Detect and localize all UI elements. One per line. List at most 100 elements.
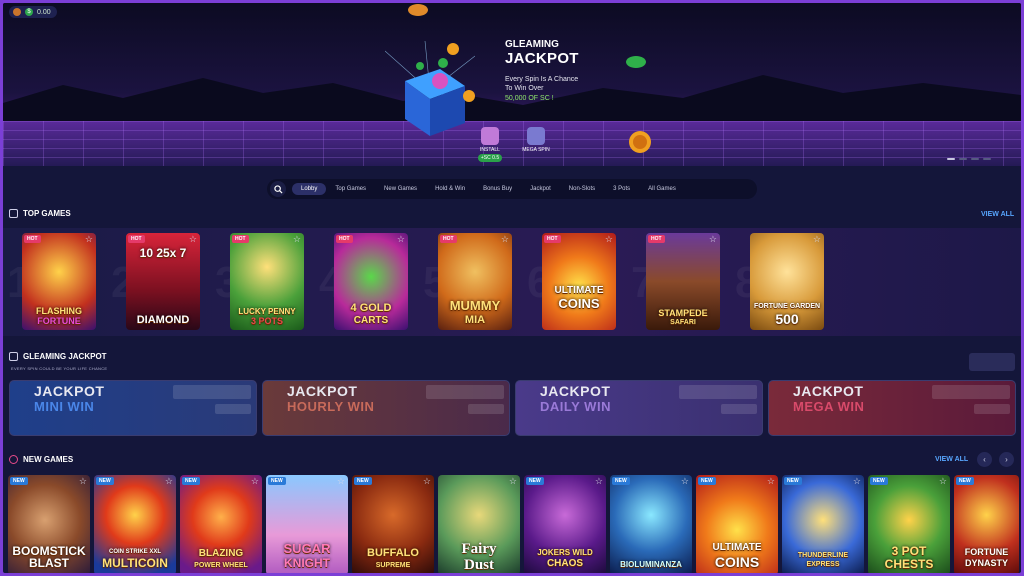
game-title: BUFFALO bbox=[367, 547, 419, 559]
game-tile-buffalo-supreme[interactable]: NEW ☆ BUFFALO SUPREME bbox=[352, 475, 434, 573]
favorite-star-icon[interactable]: ☆ bbox=[79, 476, 87, 487]
jackpot-card-name: HOURLY WIN bbox=[287, 399, 375, 414]
favorite-star-icon[interactable]: ☆ bbox=[397, 234, 405, 245]
game-title: FORTUNE bbox=[964, 547, 1009, 557]
game-title: THUNDERLINE bbox=[797, 552, 849, 559]
jackpot-header: GLEAMING JACKPOT bbox=[9, 352, 107, 361]
tab-all-games[interactable]: All Games bbox=[639, 183, 685, 195]
new-games-view-all[interactable]: VIEW ALL bbox=[935, 456, 968, 463]
scroll-right-button[interactable]: › bbox=[999, 452, 1014, 467]
game-tile-sugar-knight[interactable]: NEW ☆ SUGAR KNIGHT bbox=[266, 475, 348, 573]
game-title: CHAOS bbox=[546, 558, 584, 569]
jackpot-amount-placeholder bbox=[679, 385, 757, 399]
carousel-dot[interactable] bbox=[947, 158, 955, 160]
game-tile-fortune-dynasty[interactable]: NEW FORTUNE DYNASTY bbox=[954, 475, 1019, 573]
category-nav: Lobby Top Games New Games Hold & Win Bon… bbox=[267, 179, 757, 199]
game-tile-blazing-power-wheel[interactable]: NEW ☆ BLAZING POWER WHEEL bbox=[180, 475, 262, 573]
game-tile-fairy-dust[interactable]: ☆ Fairy Dust bbox=[438, 475, 520, 573]
scroll-left-button[interactable]: ‹ bbox=[977, 452, 992, 467]
favorite-star-icon[interactable]: ☆ bbox=[189, 234, 197, 245]
jackpot-subtitle: EVERY SPIN COULD BE YOUR LIFE CHANCE bbox=[11, 366, 108, 371]
game-tile-ultimate-coins-new[interactable]: NEW ☆ ULTIMATE COINS bbox=[696, 475, 778, 573]
favorite-star-icon[interactable]: ☆ bbox=[251, 476, 259, 487]
jackpot-card-daily[interactable]: JACKPOT DAILY WIN bbox=[515, 380, 763, 436]
favorite-star-icon[interactable]: ☆ bbox=[165, 476, 173, 487]
install-button[interactable]: INSTALL +SC 0.5 bbox=[475, 127, 505, 162]
tab-lobby[interactable]: Lobby bbox=[292, 183, 327, 195]
favorite-star-icon[interactable]: ☆ bbox=[813, 234, 821, 245]
tab-top-games[interactable]: Top Games bbox=[326, 183, 375, 195]
tab-3-pots[interactable]: 3 Pots bbox=[604, 183, 639, 195]
balance-value: 0.00 bbox=[37, 8, 51, 16]
jackpot-placeholder bbox=[969, 353, 1015, 371]
game-title: SUGAR bbox=[283, 541, 331, 556]
game-title: LUCKY PENNY bbox=[238, 307, 296, 316]
jackpot-card-hourly[interactable]: JACKPOT HOURLY WIN bbox=[262, 380, 510, 436]
game-tile-thunderline-express[interactable]: NEW ☆ THUNDERLINE EXPRESS bbox=[782, 475, 864, 573]
game-tile-boomstick-blast[interactable]: NEW ☆ BOOMSTICK BLAST bbox=[8, 475, 90, 573]
game-title: MIA bbox=[464, 314, 486, 326]
game-tile-3-pot-chests[interactable]: NEW ☆ 3 POT CHESTS bbox=[868, 475, 950, 573]
favorite-star-icon[interactable]: ☆ bbox=[293, 234, 301, 245]
jackpot-amount-placeholder bbox=[468, 404, 504, 414]
game-tile-bioluminanza[interactable]: NEW ☆ BIOLUMINANZA bbox=[610, 475, 692, 573]
favorite-star-icon[interactable]: ☆ bbox=[501, 234, 509, 245]
game-tile-fortune-garden-500[interactable]: ☆ FORTUNE GARDEN 500 bbox=[750, 233, 824, 330]
game-tile-lucky-penny[interactable]: HOT ☆ LUCKY PENNY 3 POTS bbox=[230, 233, 304, 330]
jackpot-amount-placeholder bbox=[974, 404, 1010, 414]
top-games-view-all[interactable]: VIEW ALL bbox=[981, 211, 1014, 218]
favorite-star-icon[interactable]: ☆ bbox=[853, 476, 861, 487]
game-tile-ultimate-coins[interactable]: HOT ☆ ULTIMATE COINS bbox=[542, 233, 616, 330]
game-tile-4-gold-carts[interactable]: HOT ☆ 4 GOLD CARTS bbox=[334, 233, 408, 330]
game-tile-mummy-mia[interactable]: HOT ☆ MUMMY MIA bbox=[438, 233, 512, 330]
jackpot-card-mini[interactable]: JACKPOT MINI WIN bbox=[9, 380, 257, 436]
jackpot-card-name: DAILY WIN bbox=[540, 399, 611, 414]
hero-title-line1: GLEAMING bbox=[505, 39, 559, 50]
new-badge: NEW bbox=[268, 477, 286, 485]
hero-title-line2: JACKPOT bbox=[505, 50, 579, 67]
carousel-dot[interactable] bbox=[983, 158, 991, 160]
new-badge: NEW bbox=[698, 477, 716, 485]
game-title: STAMPEDE bbox=[658, 308, 708, 318]
game-tile-diamond[interactable]: HOT ☆ 10 25x 7 DIAMOND bbox=[126, 233, 200, 330]
new-badge: NEW bbox=[956, 477, 974, 485]
tab-jackpot[interactable]: Jackpot bbox=[521, 183, 560, 195]
jackpot-card-mega[interactable]: JACKPOT MEGA WIN bbox=[768, 380, 1016, 436]
install-icon bbox=[481, 127, 499, 145]
carousel-dot[interactable] bbox=[971, 158, 979, 160]
favorite-star-icon[interactable]: ☆ bbox=[595, 476, 603, 487]
favorite-star-icon[interactable]: ☆ bbox=[423, 476, 431, 487]
new-badge: NEW bbox=[784, 477, 802, 485]
mega-spin-button[interactable]: MEGA SPIN bbox=[521, 127, 551, 157]
tab-bonus-buy[interactable]: Bonus Buy bbox=[474, 183, 521, 195]
favorite-star-icon[interactable]: ☆ bbox=[939, 476, 947, 487]
carousel-dots[interactable] bbox=[947, 158, 991, 160]
jackpot-card-label: JACKPOT bbox=[540, 383, 611, 399]
game-tile-multicoin[interactable]: NEW ☆ COIN STRIKE XXL MULTICOIN bbox=[94, 475, 176, 573]
gift-box-art bbox=[385, 41, 475, 136]
favorite-star-icon[interactable]: ☆ bbox=[681, 476, 689, 487]
game-title: MULTICOIN bbox=[102, 556, 168, 570]
favorite-star-icon[interactable]: ☆ bbox=[767, 476, 775, 487]
game-tile-stampede-safari[interactable]: HOT ☆ STAMPEDE SAFARI bbox=[646, 233, 720, 330]
tab-hold-win[interactable]: Hold & Win bbox=[426, 183, 474, 195]
favorite-star-icon[interactable]: ☆ bbox=[605, 234, 613, 245]
tab-new-games[interactable]: New Games bbox=[375, 183, 426, 195]
hero-banner[interactable]: $ 0.00 GLEAMING JACKPOT Every Spin Is A … bbox=[3, 3, 1021, 166]
top-games-title: TOP GAMES bbox=[23, 209, 71, 218]
new-games-header: NEW GAMES bbox=[9, 455, 73, 464]
favorite-star-icon[interactable]: ☆ bbox=[337, 476, 345, 487]
balance-pill[interactable]: $ 0.00 bbox=[9, 6, 57, 18]
game-tile-flashing-fortune[interactable]: HOT ☆ FLASHING FORTUNE bbox=[22, 233, 96, 330]
game-title: POWER WHEEL bbox=[194, 562, 248, 569]
game-title: 500 bbox=[775, 311, 799, 327]
favorite-star-icon[interactable]: ☆ bbox=[709, 234, 717, 245]
favorite-star-icon[interactable]: ☆ bbox=[509, 476, 517, 487]
game-title: 3 POTS bbox=[250, 316, 283, 326]
favorite-star-icon[interactable]: ☆ bbox=[85, 234, 93, 245]
game-title: ULTIMATE bbox=[712, 542, 762, 553]
game-tile-jokers-wild-chaos[interactable]: NEW ☆ JOKERS WILD CHAOS bbox=[524, 475, 606, 573]
search-button[interactable] bbox=[270, 181, 286, 197]
tab-non-slots[interactable]: Non-Slots bbox=[560, 183, 604, 195]
carousel-dot[interactable] bbox=[959, 158, 967, 160]
